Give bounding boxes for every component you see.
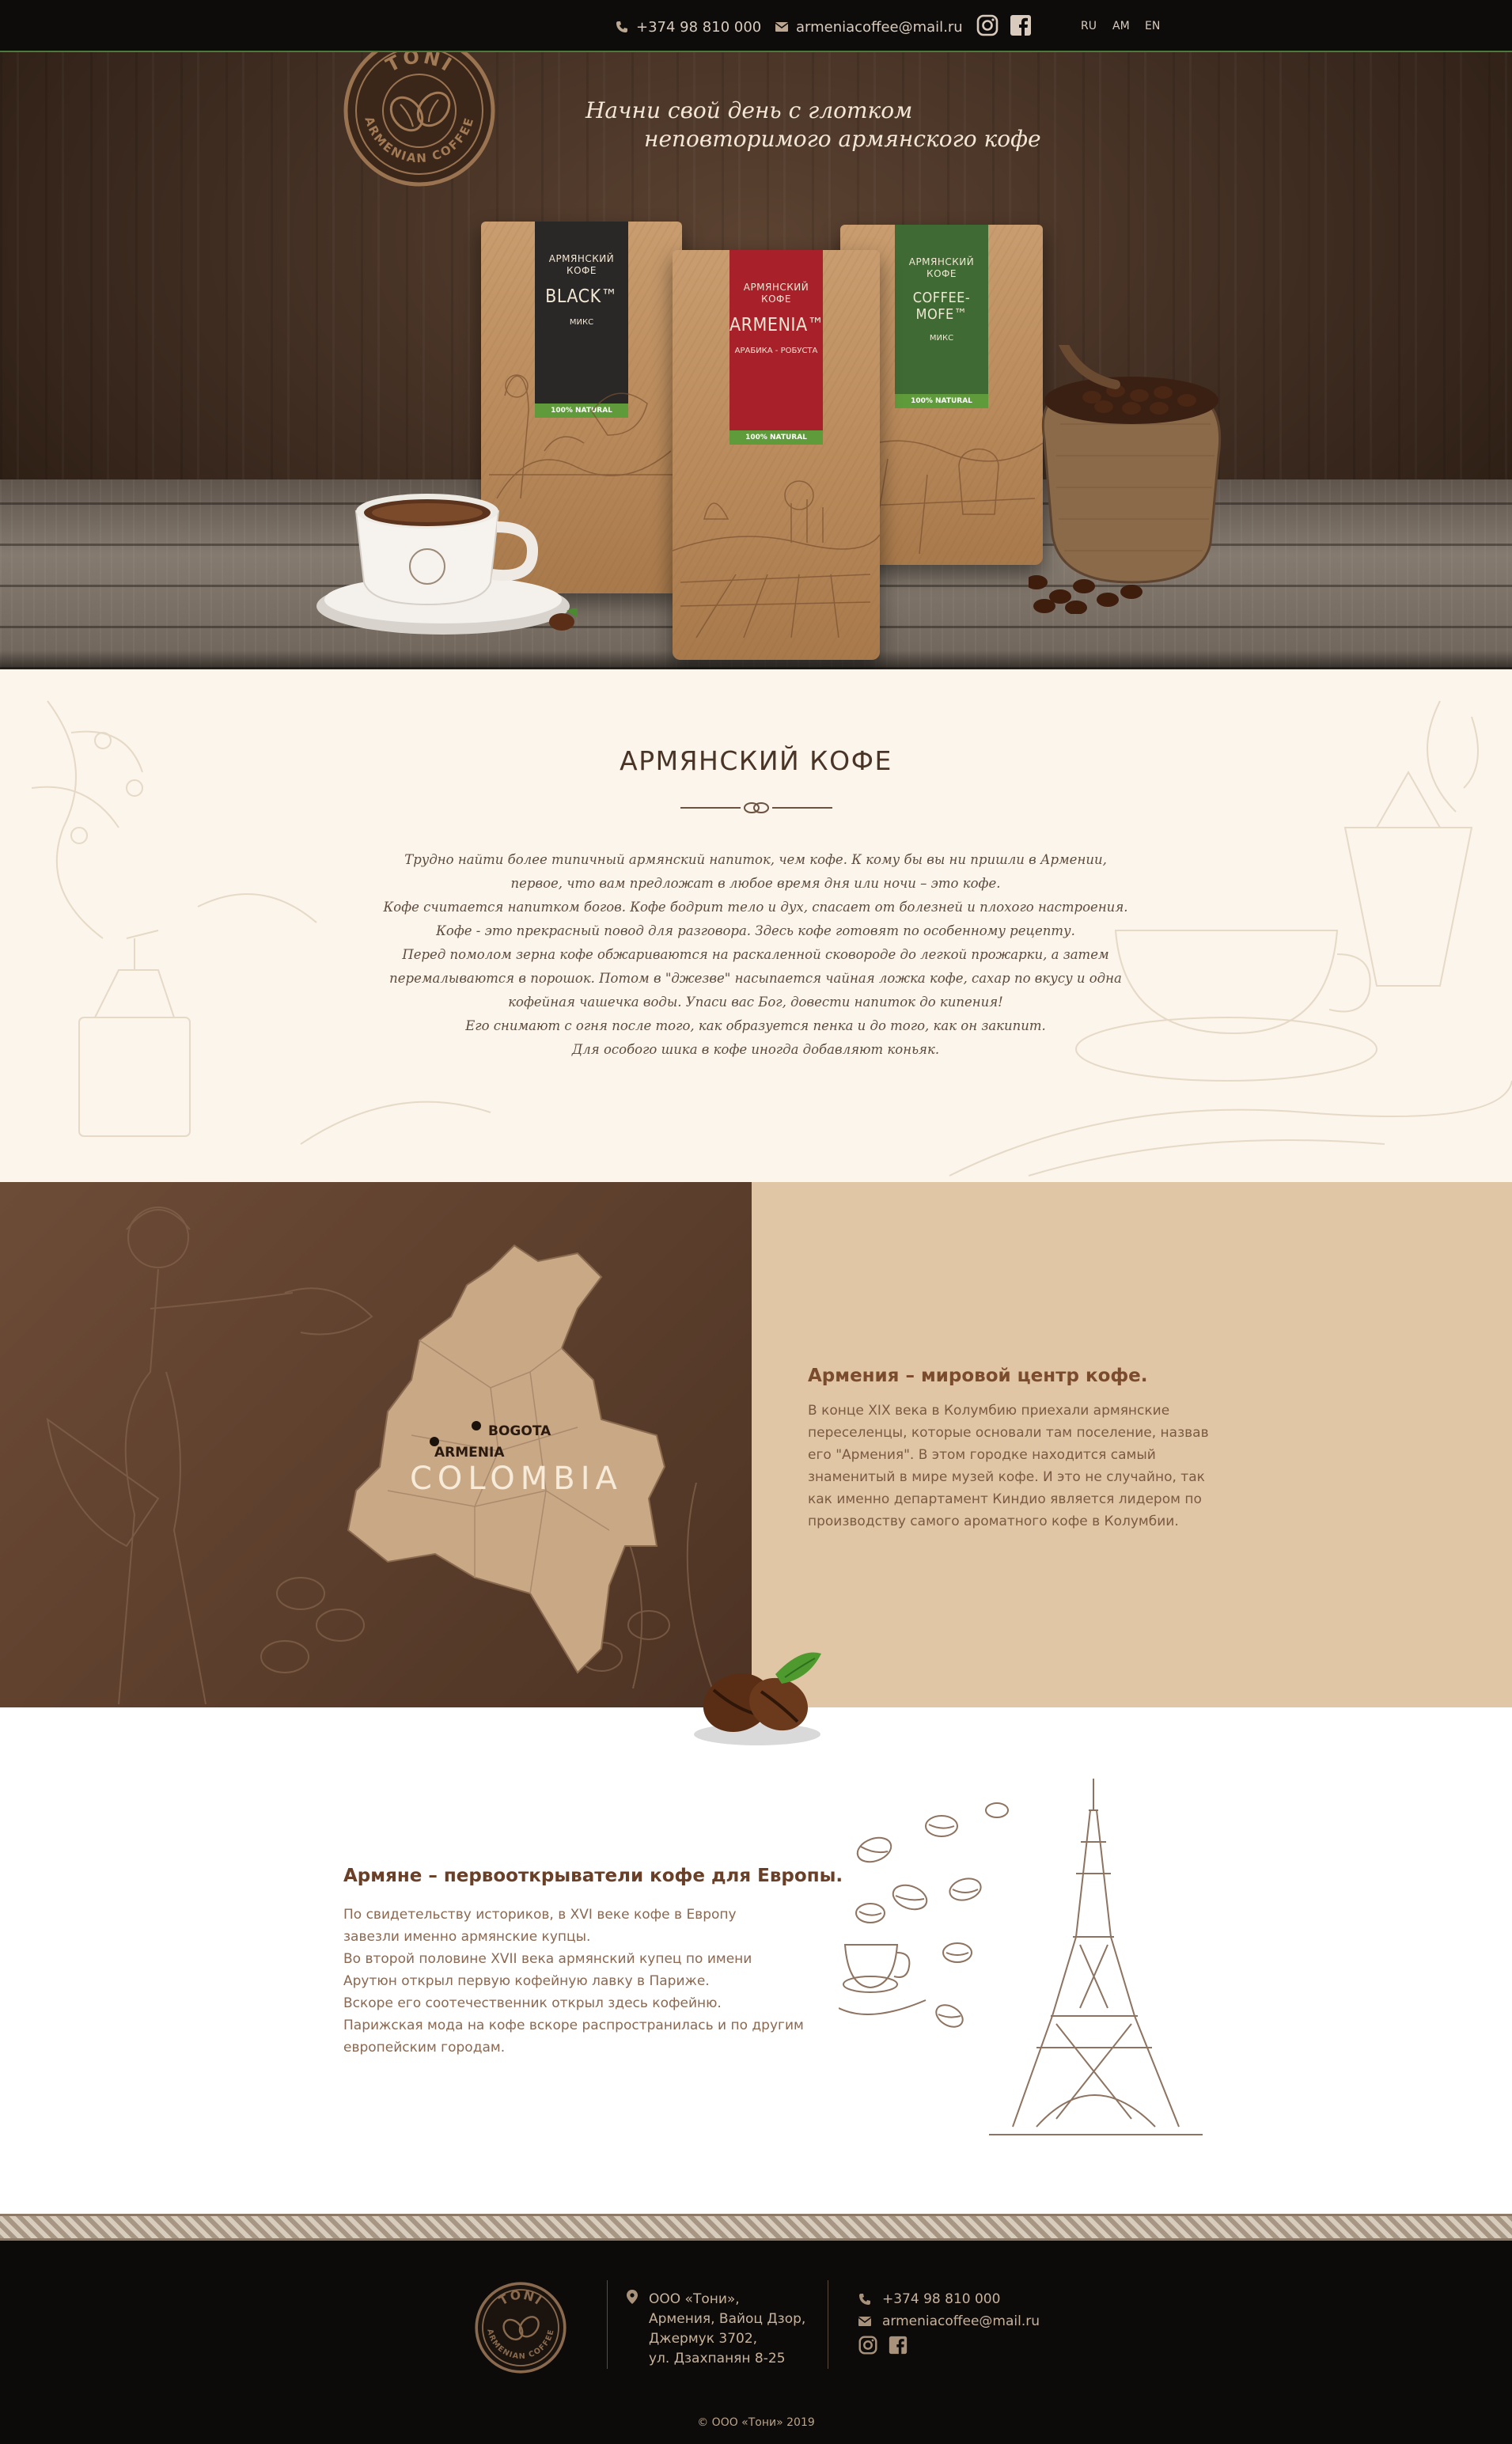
about-paragraph: Кофе - это прекрасный повод для разговор…: [436, 923, 1075, 938]
top-bar: +374 98 810 000 armeniacoffee@mail.ru RU…: [0, 0, 1512, 52]
about-paragraph: Перед помолом зерна кофе обжариваются на…: [402, 947, 1109, 962]
footer-address: ООО «Тони», Армения, Вайоц Дзор, Джермук…: [627, 2290, 805, 2366]
about-paragraph: Его снимают с огня после того, как образ…: [465, 1018, 1046, 1033]
phone-icon: [616, 21, 627, 32]
hero-tagline-line2: неповторимого армянского кофе: [644, 126, 1041, 152]
footer-divider: [607, 2280, 608, 2369]
address-line: ул. Дзахпанян 8-25: [649, 2351, 786, 2366]
map-marker-bogota: [472, 1421, 481, 1430]
toni-logo[interactable]: TONI ARMENIAN COFFEE: [340, 52, 498, 190]
phone-icon: [859, 2294, 870, 2305]
hero-banner: TONI ARMENIAN COFFEE Начни свой день с г…: [0, 52, 1512, 669]
footer-phone[interactable]: +374 98 810 000: [858, 2291, 1000, 2307]
bag-product-sub: МИКС: [569, 318, 594, 327]
bag-product-name: COFFEE-MOFE™: [912, 290, 971, 323]
colombia-section: ARMENIA BOGOTA COLOMBIA Армения – мирово…: [0, 1182, 1512, 1707]
paris-line: Арутюн открыл первую кофейную лавку в Па…: [343, 1973, 710, 1989]
footer-logo[interactable]: TONI ARMENIAN COFFEE: [473, 2280, 568, 2375]
footer-phone-text: +374 98 810 000: [882, 2291, 1001, 2307]
paris-line: европейским городам.: [343, 2040, 506, 2056]
hero-tagline: Начни свой день с глотком неповторимого …: [585, 97, 1060, 153]
map-city-armenia: ARMENIA: [434, 1445, 505, 1461]
bag-product-name: ARMENIA™: [729, 315, 824, 335]
address-line: Армения, Вайоц Дзор,: [649, 2311, 806, 2327]
about-text: Трудно найти более типичный армянский на…: [360, 848, 1151, 1062]
bag-kofe-label: АРМЯНСКИЙ КОФЕ: [908, 256, 975, 279]
header-phone-text: +374 98 810 000: [636, 18, 762, 36]
header-phone[interactable]: +374 98 810 000: [616, 17, 761, 36]
eiffel-tower-coffee-illustration: [839, 1779, 1203, 2135]
bag-label: АРМЯНСКИЙ КОФЕ COFFEE-MOFE™ МИКС 100% NA…: [895, 225, 988, 408]
bag-natural-badge: 100% NATURAL: [895, 394, 988, 408]
title-divider-ornament: [680, 802, 832, 813]
paris-line: По свидетельству историков, в XVI веке к…: [343, 1907, 737, 1923]
paris-description: По свидетельству историков, в XVI веке к…: [343, 1904, 834, 2059]
colombia-map-panel: ARMENIA BOGOTA COLOMBIA: [0, 1182, 752, 1707]
footer-email[interactable]: armeniacoffee@mail.ru: [858, 2313, 1040, 2329]
facebook-icon[interactable]: [889, 2336, 908, 2355]
address-line: Джермук 3702,: [649, 2331, 758, 2347]
paris-line: Во второй половине XVII века армянский к…: [343, 1951, 752, 1967]
footer-email-text: armeniacoffee@mail.ru: [882, 2313, 1040, 2329]
footer-ornament-border: [0, 2214, 1512, 2241]
coffee-sack-illustration: [1029, 345, 1222, 614]
lang-ru[interactable]: RU: [1081, 20, 1097, 32]
map-country-label: COLOMBIA: [410, 1461, 623, 1497]
footer: TONI ARMENIAN COFFEE ООО «Тони», Армения…: [0, 2241, 1512, 2444]
coffee-cup-illustration: [316, 494, 578, 635]
bag-natural-badge: 100% NATURAL: [729, 430, 823, 445]
envelope-icon: [775, 22, 788, 32]
about-paragraph: Для особого шика в кофе иногда добавляют…: [571, 1042, 940, 1057]
about-paragraph: первое, что вам предложат в любое время …: [510, 876, 1001, 891]
paris-line: Вскоре его соотечественник открыл здесь …: [343, 1995, 722, 2011]
colombia-description: В конце XIX века в Колумбию приехали арм…: [808, 1403, 1209, 1529]
facebook-icon[interactable]: [1010, 14, 1032, 36]
paris-line: завезли именно армянские купцы.: [343, 1929, 591, 1945]
about-title: АРМЯНСКИЙ КОФЕ: [620, 745, 892, 776]
about-paragraph: Трудно найти более типичный армянский на…: [404, 852, 1107, 867]
product-bag-armenia[interactable]: АРМЯНСКИЙ КОФЕ ARMENIA™ АРАБИКА - РОБУСТ…: [673, 250, 880, 660]
lang-am[interactable]: AM: [1112, 20, 1130, 32]
header-email-text: armeniacoffee@mail.ru: [796, 18, 963, 36]
address-line: ООО «Тони»,: [649, 2291, 740, 2307]
about-paragraph: кофейная чашечка воды. Упаси вас Бог, до…: [508, 995, 1003, 1010]
paris-section: Армяне – первооткрыватели кофе для Европ…: [0, 1707, 1512, 2214]
coffee-beans-icon: [694, 1652, 821, 1745]
bag-product-name: BLACK™: [545, 286, 618, 307]
colombia-map: [347, 1244, 666, 1674]
colombia-title: Армения – мировой центр кофе.: [808, 1366, 1148, 1386]
lang-en[interactable]: EN: [1145, 20, 1160, 32]
header-email[interactable]: armeniacoffee@mail.ru: [775, 17, 963, 36]
about-section: АРМЯНСКИЙ КОФЕ Трудно найти более типичн…: [0, 669, 1512, 1182]
bag-kofe-label: АРМЯНСКИЙ КОФЕ: [743, 282, 809, 305]
hero-tagline-line1: Начни свой день с глотком: [585, 97, 913, 123]
bag-label: АРМЯНСКИЙ КОФЕ ARMENIA™ АРАБИКА - РОБУСТ…: [729, 250, 824, 445]
about-paragraph: Кофе считается напитком богов. Кофе бодр…: [383, 900, 1128, 915]
location-pin-icon: [627, 2290, 638, 2304]
map-city-bogota: BOGOTA: [488, 1423, 551, 1439]
envelope-icon: [858, 2317, 871, 2326]
paris-title: Армяне – первооткрыватели кофе для Европ…: [343, 1866, 843, 1886]
bag-product-sub: МИКС: [929, 334, 954, 343]
bag-sketch-illustration: [673, 480, 880, 638]
instagram-icon[interactable]: [858, 2336, 877, 2355]
about-paragraph: перемалываются в порошок. Потом в "джезв…: [389, 971, 1122, 986]
bag-product-sub: АРАБИКА - РОБУСТА: [734, 347, 818, 355]
copyright: © ООО «Тони» 2019: [697, 2416, 815, 2429]
instagram-icon[interactable]: [976, 14, 999, 36]
bag-kofe-label: АРМЯНСКИЙ КОФЕ: [548, 253, 615, 276]
paris-line: Парижская мода на кофе вскоре распростра…: [343, 2018, 804, 2033]
